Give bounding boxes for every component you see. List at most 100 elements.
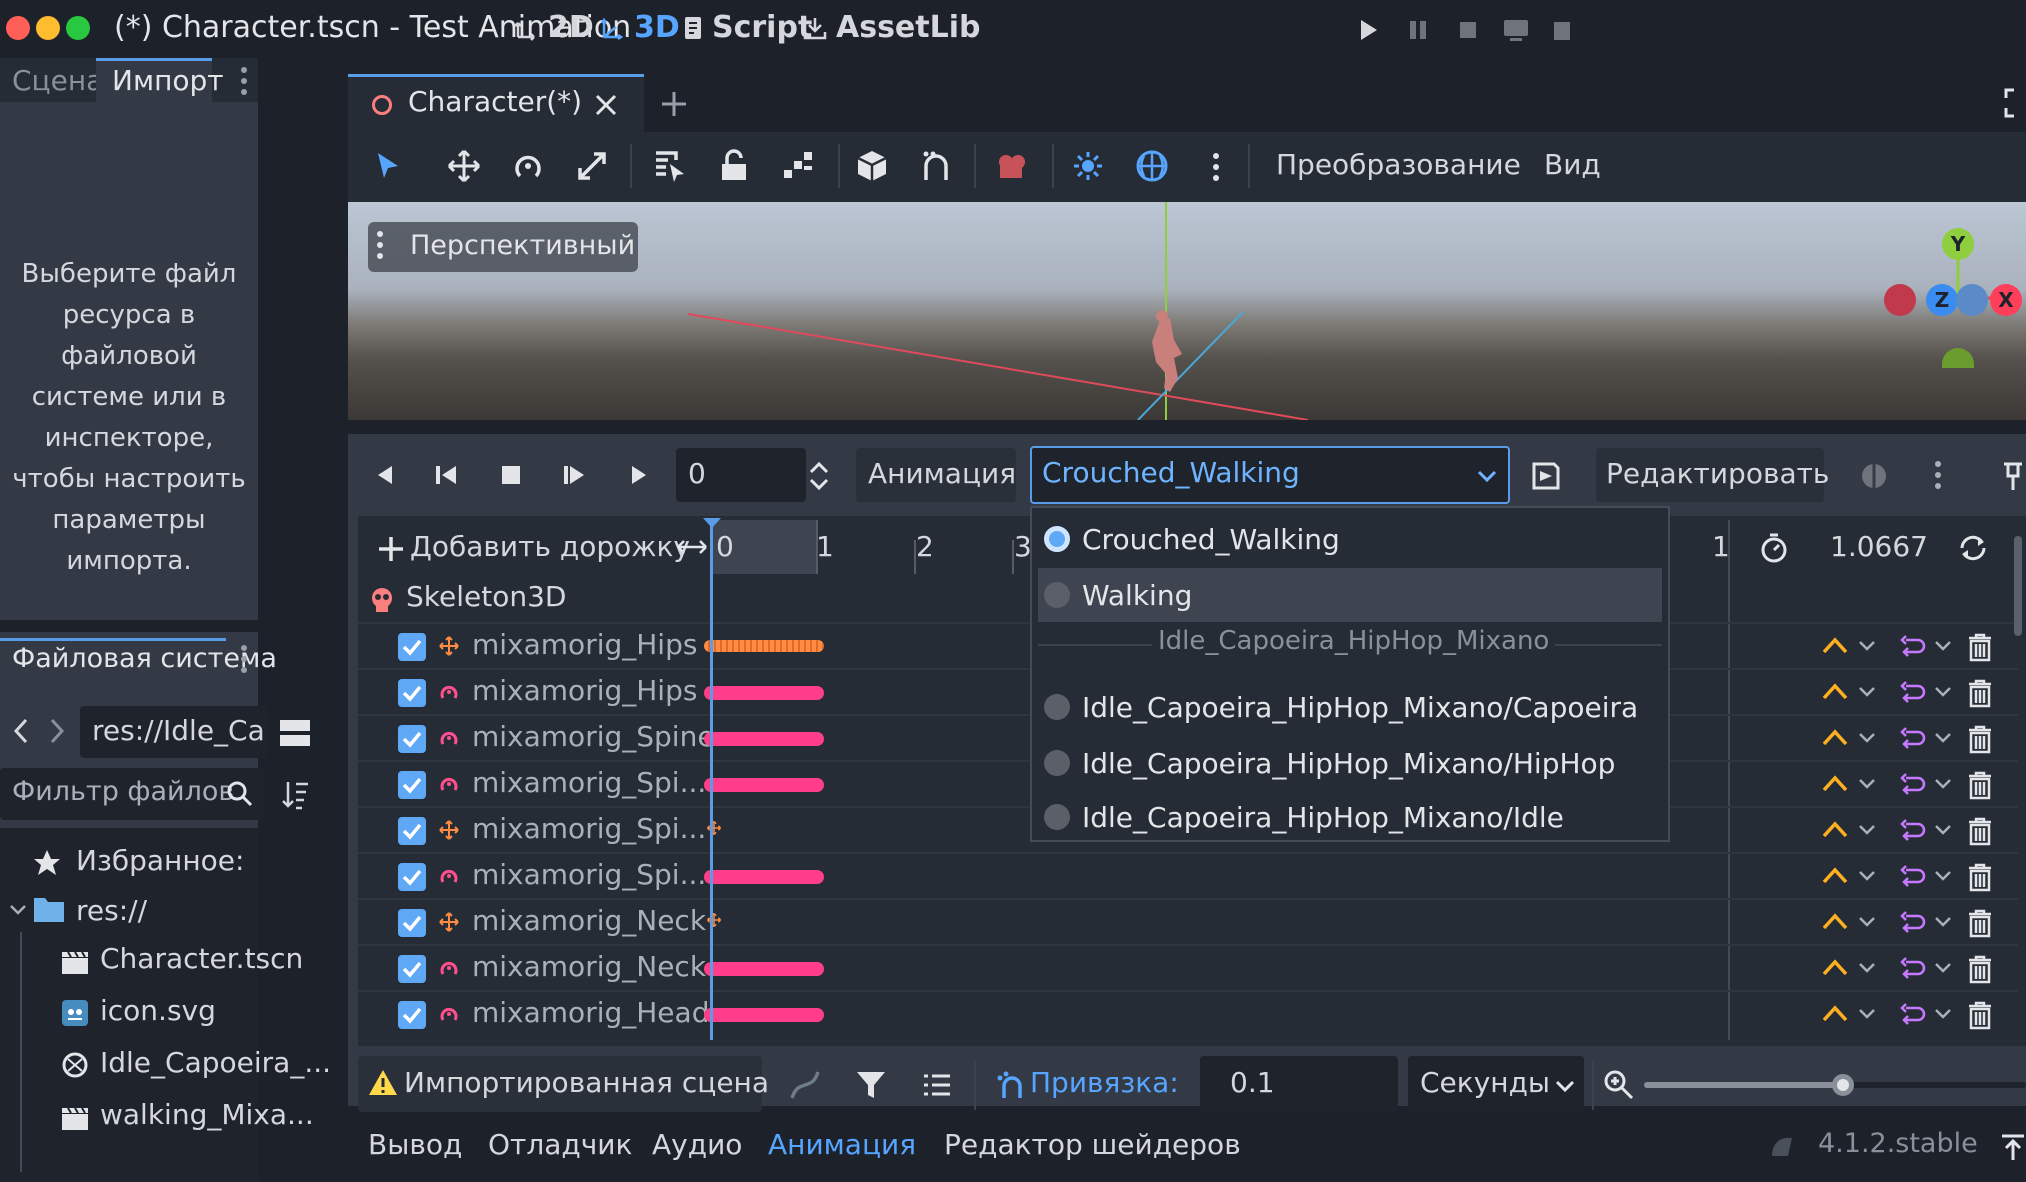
track-enabled-checkbox[interactable] — [398, 909, 426, 937]
sort-icon[interactable] — [280, 778, 310, 812]
trash-icon[interactable] — [1966, 770, 1994, 800]
trash-icon[interactable] — [1966, 1000, 1994, 1030]
list-icon[interactable] — [920, 1068, 954, 1102]
interpolation-icon[interactable] — [1820, 1002, 1850, 1026]
keyframe-marker[interactable] — [706, 912, 722, 928]
file-filter-input[interactable]: Фильтр файлов — [0, 768, 264, 820]
trash-icon[interactable] — [1966, 908, 1994, 938]
track-enabled-checkbox[interactable] — [398, 863, 426, 891]
track-enabled-checkbox[interactable] — [398, 633, 426, 661]
bottom-tab-animation[interactable]: Анимация — [768, 1128, 916, 1161]
trash-icon[interactable] — [1966, 816, 1994, 846]
animation-select[interactable]: Crouched_Walking — [1030, 446, 1510, 504]
file-item-idle-capoeira[interactable]: Idle_Capoeira_... — [56, 1044, 331, 1088]
spin-arrows-icon[interactable] — [806, 458, 832, 494]
keyframe-marker[interactable] — [706, 820, 722, 836]
gizmo-neg-x[interactable] — [1884, 284, 1916, 316]
dropdown-item-capoeira[interactable]: Idle_Capoeira_HipHop_Mixano/Capoeira — [1038, 680, 1662, 734]
nav-forward-icon[interactable] — [46, 716, 68, 746]
chevron-down-icon[interactable] — [1858, 684, 1876, 700]
loop-wrap-icon[interactable] — [1896, 726, 1926, 750]
keyframe-strip[interactable] — [704, 640, 824, 652]
chevron-down-icon[interactable] — [8, 900, 28, 920]
chevron-down-icon[interactable] — [1934, 1006, 1952, 1022]
loop-wrap-icon[interactable] — [1896, 864, 1926, 888]
mode-assetlib-button[interactable]: AssetLib — [802, 10, 981, 45]
maximize-window-button[interactable] — [66, 16, 90, 40]
scale-tool-icon[interactable] — [574, 148, 610, 184]
keyframe-strip[interactable] — [704, 1008, 824, 1022]
chevron-down-icon[interactable] — [1858, 822, 1876, 838]
rotate-tool-icon[interactable] — [510, 148, 546, 184]
loop-icon[interactable] — [1956, 532, 1990, 564]
edit-animation-button[interactable]: Редактировать — [1596, 448, 1829, 502]
track-enabled-checkbox[interactable] — [398, 771, 426, 799]
trash-icon[interactable] — [1966, 724, 1994, 754]
interpolation-icon[interactable] — [1820, 772, 1850, 796]
chevron-down-icon[interactable] — [1934, 638, 1952, 654]
list-select-icon[interactable] — [652, 148, 688, 184]
snap-unit-select[interactable]: Секунды — [1408, 1056, 1584, 1112]
perspective-menu[interactable]: Перспективный — [368, 222, 638, 272]
keyframe-strip[interactable] — [704, 962, 824, 976]
chevron-down-icon[interactable] — [1934, 914, 1952, 930]
dropdown-item-idle[interactable]: Idle_Capoeira_HipHop_Mixano/Idle — [1038, 790, 1662, 844]
path-field[interactable]: res://Idle_Ca — [80, 706, 268, 758]
trash-icon[interactable] — [1966, 954, 1994, 984]
interpolation-icon[interactable] — [1820, 726, 1850, 750]
orientation-gizmo[interactable]: Y Z X — [1878, 218, 2026, 368]
loop-wrap-icon[interactable] — [1896, 956, 1926, 980]
chevron-down-icon[interactable] — [1934, 776, 1952, 792]
local-space-icon[interactable] — [854, 148, 890, 184]
gizmo-z[interactable]: Z — [1926, 284, 1958, 316]
close-icon[interactable] — [592, 91, 620, 119]
interpolation-icon[interactable] — [1820, 956, 1850, 980]
dock-menu-icon[interactable] — [240, 62, 248, 100]
play-from-start-icon[interactable] — [560, 460, 590, 490]
autoplay-icon[interactable] — [1530, 460, 1562, 492]
tab-character[interactable]: Character(*) — [348, 74, 644, 132]
tab-scene[interactable]: Сцена — [12, 64, 103, 97]
tab-import[interactable]: Импорт — [96, 58, 224, 102]
menu-transform[interactable]: Преобразование — [1276, 148, 1521, 181]
filter-icon[interactable] — [854, 1068, 888, 1102]
keyframe-strip[interactable] — [704, 686, 824, 700]
bottom-tab-audio[interactable]: Аудио — [652, 1128, 742, 1161]
menu-view[interactable]: Вид — [1544, 148, 1601, 181]
root-folder[interactable]: res:// — [76, 894, 147, 927]
loop-wrap-icon[interactable] — [1896, 680, 1926, 704]
interpolation-icon[interactable] — [1820, 864, 1850, 888]
track-scrollbar[interactable] — [2014, 536, 2022, 636]
mode-3d-button[interactable]: 3D — [600, 10, 680, 45]
play-backwards-from-end-icon[interactable] — [432, 460, 462, 490]
sun-icon[interactable] — [1070, 148, 1106, 184]
remote-debug-icon[interactable] — [1500, 14, 1532, 46]
viewport-3d[interactable]: Перспективный Y Z X — [348, 202, 2026, 420]
fullscreen-icon[interactable] — [2004, 88, 2026, 118]
group-icon[interactable] — [780, 148, 816, 184]
chevron-down-icon[interactable] — [1934, 730, 1952, 746]
trash-icon[interactable] — [1966, 632, 1994, 662]
track-row[interactable]: mixamorig_Head — [358, 990, 2018, 1036]
imported-scene-warning[interactable]: Импортированная сцена — [358, 1056, 769, 1112]
stop-icon[interactable] — [1452, 14, 1484, 46]
environment-icon[interactable] — [1134, 148, 1170, 184]
bottom-tab-shader-editor[interactable]: Редактор шейдеров — [944, 1128, 1241, 1161]
play-scene-icon[interactable] — [1352, 14, 1384, 46]
loop-wrap-icon[interactable] — [1896, 818, 1926, 842]
snap-label[interactable]: Привязка: — [1030, 1066, 1179, 1099]
expand-panel-icon[interactable] — [2000, 1132, 2026, 1162]
animation-menu-button[interactable]: Анимация — [856, 448, 1016, 502]
nav-back-icon[interactable] — [10, 716, 32, 746]
bezier-icon[interactable] — [788, 1068, 822, 1102]
trash-icon[interactable] — [1966, 678, 1994, 708]
chevron-down-icon[interactable] — [1858, 868, 1876, 884]
chevron-down-icon[interactable] — [1858, 638, 1876, 654]
pause-icon[interactable] — [1402, 14, 1434, 46]
interpolation-icon[interactable] — [1820, 818, 1850, 842]
split-view-icon[interactable] — [278, 716, 312, 750]
close-window-button[interactable] — [6, 16, 30, 40]
stop-icon[interactable] — [496, 460, 526, 490]
loop-wrap-icon[interactable] — [1896, 634, 1926, 658]
playhead[interactable] — [710, 520, 713, 1040]
